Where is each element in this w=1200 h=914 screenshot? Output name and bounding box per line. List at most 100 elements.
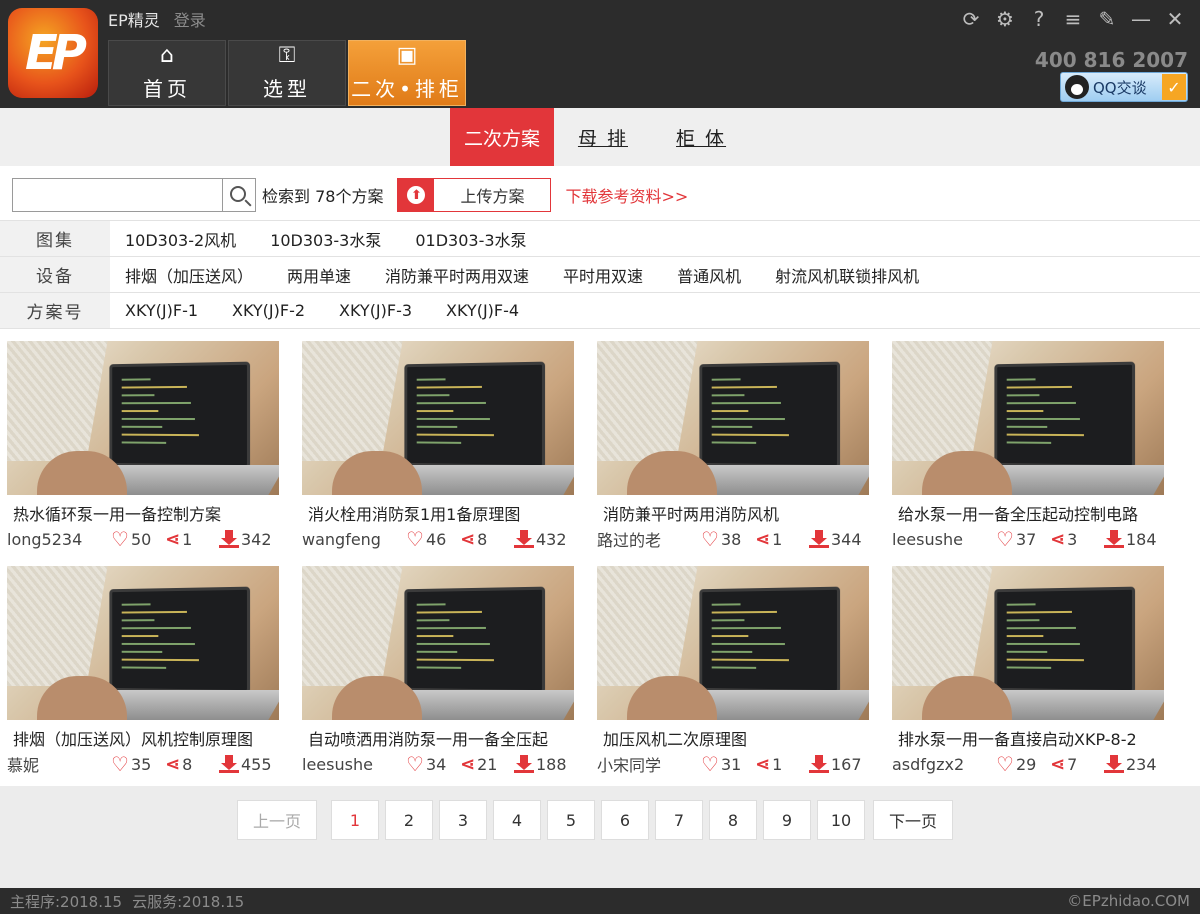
refresh-icon[interactable]: ⟳ [954, 4, 988, 34]
scheme-title[interactable]: 热水循环泵一用一备控制方案 [7, 501, 279, 525]
filter-option[interactable]: 两用单速 [287, 263, 351, 287]
scheme-thumbnail[interactable] [892, 341, 1164, 495]
scheme-thumbnail[interactable] [302, 341, 574, 495]
share-icon: ⋖ [755, 528, 771, 550]
pin-icon[interactable]: ✎ [1090, 4, 1124, 34]
scheme-thumbnail[interactable] [892, 566, 1164, 720]
settings-icon[interactable]: ⚙ [988, 4, 1022, 34]
filter-option[interactable]: 射流风机联锁排风机 [775, 263, 919, 287]
scheme-thumbnail[interactable] [302, 566, 574, 720]
search-input[interactable] [12, 178, 222, 212]
filter-option[interactable]: 01D303-3水泵 [415, 227, 526, 251]
filter-option[interactable]: XKY(J)F-4 [446, 301, 519, 320]
sub-tab-0[interactable]: 二次方案 [449, 108, 554, 166]
scheme-meta: 小宋同学 ♡ 31 ⋖ 1 167 [597, 750, 869, 778]
nav-tab-0[interactable]: ⌂ 首页 [108, 40, 226, 106]
share-button[interactable]: ⋖ 1 [755, 529, 809, 550]
download-button[interactable]: 432 [514, 530, 567, 549]
login-link[interactable]: 登录 [174, 7, 206, 31]
page-button-1[interactable]: 1 [331, 800, 379, 840]
page-button-10[interactable]: 10 [817, 800, 865, 840]
prev-page-button[interactable]: 上一页 [237, 800, 317, 840]
page-button-4[interactable]: 4 [493, 800, 541, 840]
scheme-card[interactable]: 加压风机二次原理图 小宋同学 ♡ 31 ⋖ 1 167 [597, 566, 869, 786]
download-button[interactable]: 167 [809, 755, 862, 774]
share-button[interactable]: ⋖ 21 [460, 754, 514, 775]
download-reference-link[interactable]: 下载参考资料>> [565, 183, 688, 207]
scheme-title[interactable]: 排烟（加压送风）风机控制原理图 [7, 726, 279, 750]
scheme-title[interactable]: 消防兼平时两用消防风机 [597, 501, 869, 525]
scheme-title[interactable]: 加压风机二次原理图 [597, 726, 869, 750]
nav-tab-1[interactable]: ⚿ 选型 [228, 40, 346, 106]
page-button-3[interactable]: 3 [439, 800, 487, 840]
share-count: 1 [182, 529, 193, 549]
scheme-title[interactable]: 排水泵一用一备直接启动XKP-8-2 [892, 726, 1164, 750]
like-button[interactable]: ♡ 37 [996, 527, 1050, 551]
scheme-card[interactable]: 排水泵一用一备直接启动XKP-8-2 asdfgzx2 ♡ 29 ⋖ 7 234 [892, 566, 1164, 786]
upload-button[interactable]: ⬆ 上传方案 [397, 178, 552, 212]
download-button[interactable]: 342 [219, 530, 272, 549]
page-button-7[interactable]: 7 [655, 800, 703, 840]
like-button[interactable]: ♡ 50 [111, 527, 165, 551]
next-page-button[interactable]: 下一页 [873, 800, 953, 840]
page-button-5[interactable]: 5 [547, 800, 595, 840]
filter-option[interactable]: 消防兼平时两用双速 [385, 263, 529, 287]
share-button[interactable]: ⋖ 1 [755, 754, 809, 775]
top-bar: EP EP精灵 登录 ⟳ ⚙? ≡ ✎ — ✕ ⌂ 首页 ⚿ 选型 ▣ 二次•排柜 400 816 … [0, 0, 1200, 108]
download-button[interactable]: 184 [1104, 530, 1157, 549]
filter-option[interactable]: XKY(J)F-2 [232, 301, 305, 320]
page-button-8[interactable]: 8 [709, 800, 757, 840]
like-button[interactable]: ♡ 38 [701, 527, 755, 551]
search-button[interactable] [222, 178, 256, 212]
scheme-title[interactable]: 自动喷洒用消防泵一用一备全压起 [302, 726, 574, 750]
share-icon: ⋖ [165, 753, 181, 775]
like-button[interactable]: ♡ 31 [701, 752, 755, 776]
like-button[interactable]: ♡ 46 [406, 527, 460, 551]
scheme-title[interactable]: 消火栓用消防泵1用1备原理图 [302, 501, 574, 525]
scheme-thumbnail[interactable] [597, 341, 869, 495]
page-button-6[interactable]: 6 [601, 800, 649, 840]
scheme-card[interactable]: 自动喷洒用消防泵一用一备全压起 leesushe ♡ 34 ⋖ 21 188 [302, 566, 574, 786]
page-button-2[interactable]: 2 [385, 800, 433, 840]
scheme-card[interactable]: 热水循环泵一用一备控制方案 long5234 ♡ 50 ⋖ 1 342 [7, 341, 279, 561]
like-button[interactable]: ♡ 34 [406, 752, 460, 776]
filter-option[interactable]: 10D303-2风机 [125, 227, 236, 251]
share-button[interactable]: ⋖ 1 [165, 529, 219, 550]
filter-option[interactable]: 10D303-3水泵 [270, 227, 381, 251]
download-button[interactable]: 344 [809, 530, 862, 549]
share-button[interactable]: ⋖ 8 [460, 529, 514, 550]
filter-option[interactable]: 平时用双速 [563, 263, 643, 287]
filter-option[interactable]: XKY(J)F-3 [339, 301, 412, 320]
scheme-card[interactable]: 给水泵一用一备全压起动控制电路 leesushe ♡ 37 ⋖ 3 184 [892, 341, 1164, 561]
page-button-9[interactable]: 9 [763, 800, 811, 840]
download-button[interactable]: 234 [1104, 755, 1157, 774]
scheme-card[interactable]: 排烟（加压送风）风机控制原理图 慕妮 ♡ 35 ⋖ 8 455 [7, 566, 279, 786]
sub-tab-2[interactable]: 柜 体 [652, 108, 750, 166]
filter-option[interactable]: XKY(J)F-1 [125, 301, 198, 320]
help-icon[interactable]: ? [1022, 4, 1056, 34]
scheme-card[interactable]: 消火栓用消防泵1用1备原理图 wangfeng ♡ 46 ⋖ 8 432 [302, 341, 574, 561]
share-button[interactable]: ⋖ 8 [165, 754, 219, 775]
heart-icon: ♡ [996, 527, 1014, 551]
like-button[interactable]: ♡ 29 [996, 752, 1050, 776]
download-button[interactable]: 188 [514, 755, 567, 774]
scheme-title[interactable]: 给水泵一用一备全压起动控制电路 [892, 501, 1164, 525]
like-button[interactable]: ♡ 35 [111, 752, 165, 776]
filter-option[interactable]: 排烟（加压送风） [125, 263, 253, 287]
download-icon [1104, 530, 1124, 548]
menu-dropdown-icon[interactable]: ≡ [1056, 4, 1090, 34]
scheme-card[interactable]: 消防兼平时两用消防风机 路过的老 ♡ 38 ⋖ 1 344 [597, 341, 869, 561]
download-button[interactable]: 455 [219, 755, 272, 774]
close-icon[interactable]: ✕ [1158, 4, 1192, 34]
share-button[interactable]: ⋖ 7 [1050, 754, 1104, 775]
scheme-thumbnail[interactable] [7, 341, 279, 495]
sub-tab-1[interactable]: 母 排 [554, 108, 652, 166]
scheme-thumbnail[interactable] [597, 566, 869, 720]
result-count: 检索到 78个方案 [262, 187, 384, 206]
minimize-icon[interactable]: — [1124, 4, 1158, 34]
share-button[interactable]: ⋖ 3 [1050, 529, 1104, 550]
scheme-thumbnail[interactable] [7, 566, 279, 720]
qq-chat-button[interactable]: QQ交谈 ✓ [1060, 72, 1188, 102]
nav-tab-2[interactable]: ▣ 二次•排柜 [348, 40, 466, 106]
filter-option[interactable]: 普通风机 [677, 263, 741, 287]
